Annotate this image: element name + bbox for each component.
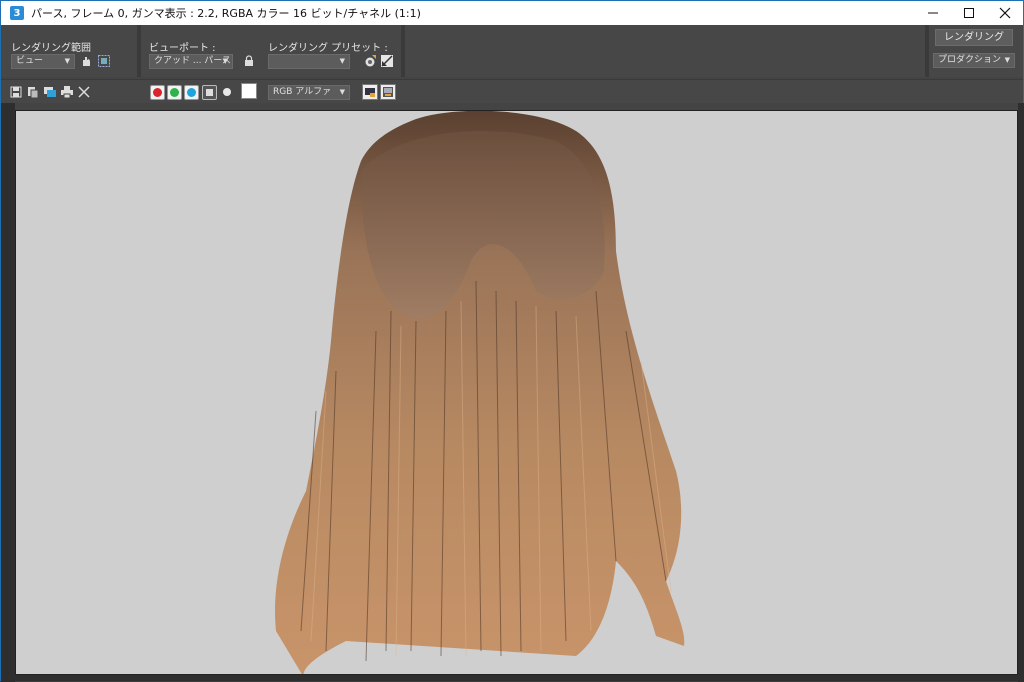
red-channel-icon — [153, 88, 162, 97]
maximize-icon — [964, 8, 974, 18]
frame-buffer-toolbar: RGB アルファ ▼ — [1, 79, 1023, 103]
toolbar-divider — [401, 25, 405, 77]
preset-save-icon[interactable] — [380, 54, 394, 68]
preset-dropdown[interactable]: ▼ — [268, 54, 350, 69]
minimize-button[interactable] — [915, 1, 951, 25]
clear-icon[interactable] — [77, 85, 91, 99]
clone-icon[interactable] — [43, 85, 57, 99]
display-toggle-icon[interactable] — [362, 84, 378, 100]
mono-icon — [223, 88, 231, 96]
chevron-down-icon: ▼ — [222, 57, 228, 65]
render-area-dropdown[interactable]: ビュー ▼ — [11, 54, 75, 69]
toolbar-divider — [137, 25, 141, 77]
rendered-hair-image — [275, 111, 685, 674]
chevron-down-icon: ▼ — [64, 57, 70, 65]
close-icon — [999, 7, 1011, 19]
display-channel-dropdown[interactable]: RGB アルファ ▼ — [268, 85, 350, 100]
render-area-label: レンダリング範囲 — [11, 43, 91, 54]
viewport-dropdown[interactable]: クアッド ... パース ▼ — [149, 54, 233, 69]
maximize-button[interactable] — [951, 1, 987, 25]
preset-label: レンダリング プリセット : — [268, 43, 388, 54]
production-dropdown[interactable]: プロダクション ▼ — [933, 53, 1015, 68]
preset-load-icon[interactable] — [363, 54, 377, 68]
render-frame-window: 3 パース, フレーム 0, ガンマ表示 : 2.2, RGBA カラー 16 … — [0, 0, 1024, 682]
background-viewport-bottom — [1, 675, 1023, 681]
background-viewport-right — [1018, 103, 1024, 682]
background-color-swatch[interactable] — [241, 83, 257, 99]
viewport-value: クアッド ... パース — [154, 56, 231, 66]
viewport-label: ビューポート : — [149, 43, 216, 54]
blue-channel-icon — [187, 88, 196, 97]
green-channel-icon — [170, 88, 179, 97]
app-icon: 3 — [10, 6, 24, 20]
toolbar-divider — [925, 25, 929, 77]
frame-buffer-icon[interactable] — [380, 84, 396, 100]
production-value: プロダクション — [938, 55, 1002, 65]
chevron-down-icon: ▼ — [1004, 56, 1010, 64]
background-viewport-left — [1, 103, 15, 682]
render-settings-toolbar: レンダリング範囲 ビュー ▼ ビューポート : クアッド ... パース ▼ レンダ… — [1, 25, 1023, 77]
alpha-channel-toggle[interactable] — [202, 85, 217, 100]
chevron-down-icon: ▼ — [339, 88, 345, 96]
render-image-viewport[interactable] — [15, 110, 1018, 675]
minimize-icon — [928, 12, 938, 14]
print-icon[interactable] — [60, 85, 74, 99]
render-button[interactable]: レンダリング — [935, 29, 1013, 46]
alpha-channel-icon — [206, 89, 213, 96]
copy-icon[interactable] — [26, 85, 40, 99]
lock-icon[interactable] — [242, 54, 256, 68]
display-channel-value: RGB アルファ — [273, 87, 332, 97]
close-button[interactable] — [987, 1, 1023, 25]
blue-channel-toggle[interactable] — [184, 85, 199, 100]
title-bar: 3 パース, フレーム 0, ガンマ表示 : 2.2, RGBA カラー 16 … — [1, 1, 1023, 25]
window-title: パース, フレーム 0, ガンマ表示 : 2.2, RGBA カラー 16 ビッ… — [31, 7, 421, 20]
render-area-value: ビュー — [16, 56, 44, 66]
region-icon[interactable] — [97, 54, 111, 68]
green-channel-toggle[interactable] — [167, 85, 182, 100]
window-controls — [915, 1, 1023, 25]
red-channel-toggle[interactable] — [150, 85, 165, 100]
mono-toggle[interactable] — [220, 85, 234, 99]
save-icon[interactable] — [9, 85, 23, 99]
chevron-down-icon: ▼ — [339, 57, 345, 65]
pan-icon[interactable] — [79, 54, 93, 68]
